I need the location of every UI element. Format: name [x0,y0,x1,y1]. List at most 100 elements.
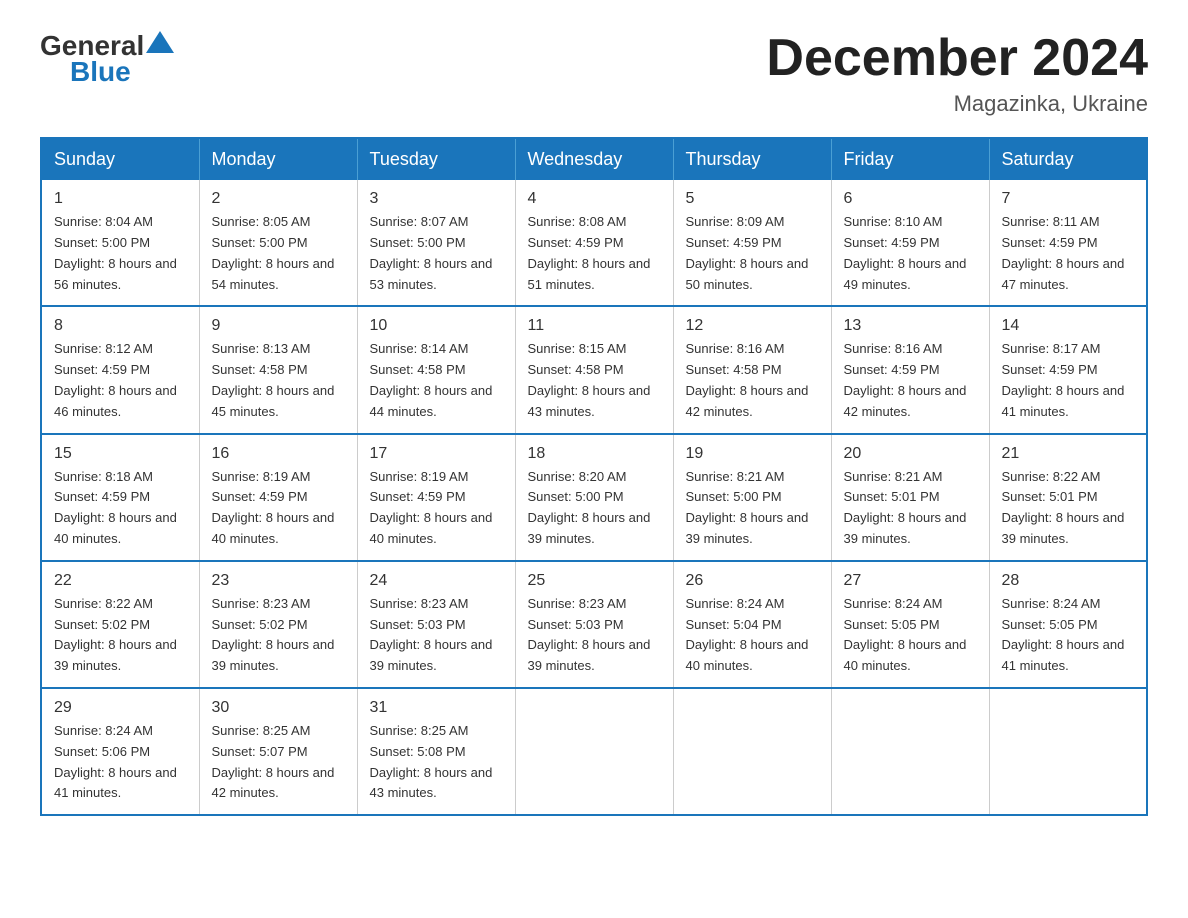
location-text: Magazinka, Ukraine [766,91,1148,117]
calendar-day-cell: 11 Sunrise: 8:15 AMSunset: 4:58 PMDayligh… [515,306,673,433]
calendar-day-cell: 18 Sunrise: 8:20 AMSunset: 5:00 PMDayligh… [515,434,673,561]
calendar-empty-cell [515,688,673,815]
day-header-saturday: Saturday [989,138,1147,180]
calendar-table: SundayMondayTuesdayWednesdayThursdayFrid… [40,137,1148,816]
day-info: Sunrise: 8:23 AMSunset: 5:03 PMDaylight:… [528,594,661,677]
calendar-day-cell: 20 Sunrise: 8:21 AMSunset: 5:01 PMDayligh… [831,434,989,561]
day-number: 28 [1002,572,1135,590]
logo-triangle-icon [146,31,174,53]
day-info: Sunrise: 8:08 AMSunset: 4:59 PMDaylight:… [528,212,661,295]
calendar-header-row: SundayMondayTuesdayWednesdayThursdayFrid… [41,138,1147,180]
day-info: Sunrise: 8:13 AMSunset: 4:58 PMDaylight:… [212,339,345,422]
day-info: Sunrise: 8:25 AMSunset: 5:08 PMDaylight:… [370,721,503,804]
day-number: 22 [54,572,187,590]
day-info: Sunrise: 8:21 AMSunset: 5:00 PMDaylight:… [686,467,819,550]
day-info: Sunrise: 8:07 AMSunset: 5:00 PMDaylight:… [370,212,503,295]
logo-blue-text: Blue [70,56,131,88]
calendar-day-cell: 9 Sunrise: 8:13 AMSunset: 4:58 PMDaylight… [199,306,357,433]
calendar-week-row: 29 Sunrise: 8:24 AMSunset: 5:06 PMDayligh… [41,688,1147,815]
day-number: 21 [1002,445,1135,463]
day-header-monday: Monday [199,138,357,180]
calendar-day-cell: 12 Sunrise: 8:16 AMSunset: 4:58 PMDayligh… [673,306,831,433]
day-number: 16 [212,445,345,463]
day-number: 15 [54,445,187,463]
day-header-tuesday: Tuesday [357,138,515,180]
calendar-day-cell: 29 Sunrise: 8:24 AMSunset: 5:06 PMDayligh… [41,688,199,815]
day-number: 7 [1002,190,1135,208]
calendar-day-cell: 21 Sunrise: 8:22 AMSunset: 5:01 PMDayligh… [989,434,1147,561]
day-info: Sunrise: 8:16 AMSunset: 4:58 PMDaylight:… [686,339,819,422]
day-header-friday: Friday [831,138,989,180]
day-number: 14 [1002,317,1135,335]
day-number: 27 [844,572,977,590]
calendar-day-cell: 7 Sunrise: 8:11 AMSunset: 4:59 PMDaylight… [989,180,1147,306]
calendar-day-cell: 27 Sunrise: 8:24 AMSunset: 5:05 PMDayligh… [831,561,989,688]
title-block: December 2024 Magazinka, Ukraine [766,30,1148,117]
logo: General Blue [40,30,174,88]
month-title: December 2024 [766,30,1148,87]
day-number: 2 [212,190,345,208]
day-header-thursday: Thursday [673,138,831,180]
calendar-empty-cell [673,688,831,815]
calendar-day-cell: 25 Sunrise: 8:23 AMSunset: 5:03 PMDayligh… [515,561,673,688]
calendar-day-cell: 17Sunrise: 8:19 AMSunset: 4:59 PMDayligh… [357,434,515,561]
day-info: Sunrise: 8:12 AMSunset: 4:59 PMDaylight:… [54,339,187,422]
calendar-day-cell: 2Sunrise: 8:05 AMSunset: 5:00 PMDaylight… [199,180,357,306]
calendar-empty-cell [989,688,1147,815]
calendar-day-cell: 31 Sunrise: 8:25 AMSunset: 5:08 PMDayligh… [357,688,515,815]
calendar-day-cell: 26Sunrise: 8:24 AMSunset: 5:04 PMDayligh… [673,561,831,688]
calendar-empty-cell [831,688,989,815]
calendar-day-cell: 13 Sunrise: 8:16 AMSunset: 4:59 PMDayligh… [831,306,989,433]
day-number: 9 [212,317,345,335]
day-info: Sunrise: 8:20 AMSunset: 5:00 PMDaylight:… [528,467,661,550]
calendar-week-row: 1Sunrise: 8:04 AMSunset: 5:00 PMDaylight… [41,180,1147,306]
calendar-day-cell: 1Sunrise: 8:04 AMSunset: 5:00 PMDaylight… [41,180,199,306]
day-number: 4 [528,190,661,208]
calendar-day-cell: 14Sunrise: 8:17 AMSunset: 4:59 PMDayligh… [989,306,1147,433]
calendar-day-cell: 8 Sunrise: 8:12 AMSunset: 4:59 PMDaylight… [41,306,199,433]
day-number: 23 [212,572,345,590]
day-number: 18 [528,445,661,463]
day-number: 25 [528,572,661,590]
day-number: 6 [844,190,977,208]
day-info: Sunrise: 8:10 AMSunset: 4:59 PMDaylight:… [844,212,977,295]
day-number: 29 [54,699,187,717]
day-info: Sunrise: 8:04 AMSunset: 5:00 PMDaylight:… [54,212,187,295]
day-number: 5 [686,190,819,208]
calendar-day-cell: 6 Sunrise: 8:10 AMSunset: 4:59 PMDaylight… [831,180,989,306]
day-info: Sunrise: 8:24 AMSunset: 5:06 PMDaylight:… [54,721,187,804]
calendar-day-cell: 4 Sunrise: 8:08 AMSunset: 4:59 PMDaylight… [515,180,673,306]
day-number: 13 [844,317,977,335]
day-number: 3 [370,190,503,208]
day-header-sunday: Sunday [41,138,199,180]
day-info: Sunrise: 8:23 AMSunset: 5:02 PMDaylight:… [212,594,345,677]
calendar-day-cell: 23 Sunrise: 8:23 AMSunset: 5:02 PMDayligh… [199,561,357,688]
day-number: 11 [528,317,661,335]
day-info: Sunrise: 8:24 AMSunset: 5:05 PMDaylight:… [1002,594,1135,677]
day-number: 8 [54,317,187,335]
calendar-week-row: 8 Sunrise: 8:12 AMSunset: 4:59 PMDaylight… [41,306,1147,433]
day-number: 12 [686,317,819,335]
day-info: Sunrise: 8:24 AMSunset: 5:04 PMDaylight:… [686,594,819,677]
day-info: Sunrise: 8:22 AMSunset: 5:01 PMDaylight:… [1002,467,1135,550]
day-info: Sunrise: 8:18 AMSunset: 4:59 PMDaylight:… [54,467,187,550]
day-info: Sunrise: 8:21 AMSunset: 5:01 PMDaylight:… [844,467,977,550]
day-number: 20 [844,445,977,463]
day-number: 10 [370,317,503,335]
day-header-wednesday: Wednesday [515,138,673,180]
day-info: Sunrise: 8:19 AMSunset: 4:59 PMDaylight:… [370,467,503,550]
day-info: Sunrise: 8:24 AMSunset: 5:05 PMDaylight:… [844,594,977,677]
calendar-week-row: 22 Sunrise: 8:22 AMSunset: 5:02 PMDayligh… [41,561,1147,688]
calendar-day-cell: 22 Sunrise: 8:22 AMSunset: 5:02 PMDayligh… [41,561,199,688]
day-info: Sunrise: 8:22 AMSunset: 5:02 PMDaylight:… [54,594,187,677]
calendar-week-row: 15 Sunrise: 8:18 AMSunset: 4:59 PMDayligh… [41,434,1147,561]
day-number: 30 [212,699,345,717]
day-info: Sunrise: 8:09 AMSunset: 4:59 PMDaylight:… [686,212,819,295]
day-number: 31 [370,699,503,717]
day-info: Sunrise: 8:25 AMSunset: 5:07 PMDaylight:… [212,721,345,804]
day-info: Sunrise: 8:16 AMSunset: 4:59 PMDaylight:… [844,339,977,422]
day-info: Sunrise: 8:11 AMSunset: 4:59 PMDaylight:… [1002,212,1135,295]
calendar-day-cell: 10Sunrise: 8:14 AMSunset: 4:58 PMDayligh… [357,306,515,433]
calendar-day-cell: 24Sunrise: 8:23 AMSunset: 5:03 PMDayligh… [357,561,515,688]
day-info: Sunrise: 8:15 AMSunset: 4:58 PMDaylight:… [528,339,661,422]
